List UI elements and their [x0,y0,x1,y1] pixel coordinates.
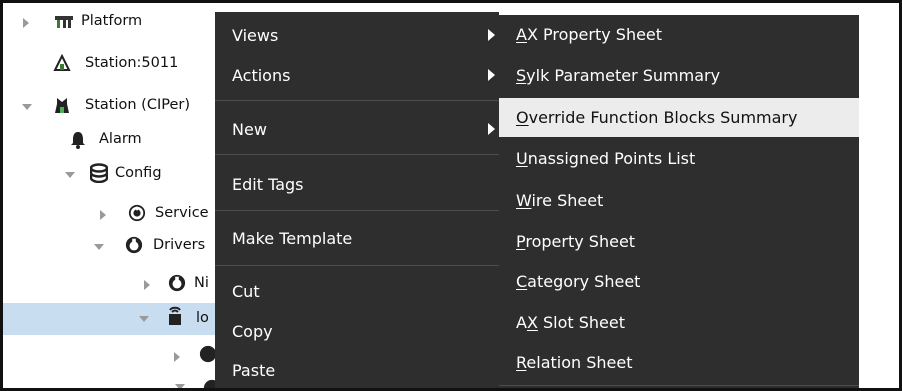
submenu-item-label: Unassigned Points List [516,149,696,168]
menu-item-actions[interactable]: Actions [215,55,499,95]
submenu-item-sylk-parameter-summary[interactable]: Sylk Parameter Summary [499,56,859,95]
drivers-icon [125,236,143,254]
menu-item-cut[interactable]: Cut [215,271,499,311]
submenu-divider [499,385,859,386]
menu-item-label: Paste [232,360,276,380]
menu-divider [215,265,499,266]
menu-divider [215,154,499,155]
screenshot-frame: Platform Station:5011 Station (CIPer) Al… [0,0,902,391]
menu-item-label: New [232,119,267,139]
platform-icon [55,13,73,31]
right-background [859,3,899,388]
menu-item-label: Make Template [232,228,353,248]
menu-item-label: Copy [232,321,273,341]
submenu-arrow-icon [488,69,495,81]
submenu-item-label: Category Sheet [516,272,641,291]
submenu-item-override-function-blocks-summary[interactable]: Override Function Blocks Summary [499,98,859,137]
tree-row-drivers[interactable]: Drivers [3,231,218,263]
tree-row-label: Service [155,205,209,221]
collapse-down-icon[interactable] [22,104,32,110]
tree-row-partial[interactable] [3,341,218,373]
submenu-arrow-icon [488,123,495,135]
menu-item-paste[interactable]: Paste [215,350,499,388]
menu-item-edit-tags[interactable]: Edit Tags [215,164,499,204]
menu-divider [215,100,499,101]
tree-row-label: Station (CIPer) [85,97,190,113]
tree-row-partial-2[interactable] [3,375,221,388]
submenu-item-label: Override Function Blocks Summary [516,108,798,127]
submenu-item-property-sheet[interactable]: Property Sheet [499,222,859,261]
tree-row-label: Alarm [99,131,142,147]
menu-item-label: Actions [232,65,291,85]
tree-row-label: Drivers [153,237,206,253]
tree-row-lo[interactable]: lo [3,303,218,335]
submenu-item-wire-sheet[interactable]: Wire Sheet [499,181,859,220]
tree-row-platform[interactable]: Platform [3,7,218,39]
views-submenu: AX Property Sheet Sylk Parameter Summary… [499,15,859,388]
expand-right-icon[interactable] [23,18,29,28]
collapse-down-icon[interactable] [139,316,149,322]
menu-item-copy[interactable]: Copy [215,311,499,351]
tree-row-label: lo [196,310,209,326]
menu-item-label: Edit Tags [232,174,304,194]
nav-tree: Platform Station:5011 Station (CIPer) Al… [3,3,221,388]
tree-row-config[interactable]: Config [3,159,218,191]
menu-item-make-template[interactable]: Make Template [215,218,499,258]
submenu-item-relation-sheet[interactable]: Relation Sheet [499,343,859,382]
tree-row-label: Station:5011 [85,55,179,71]
context-menu: Views Actions New Edit Tags Make Templat… [215,12,499,388]
submenu-item-ax-property-sheet[interactable]: AX Property Sheet [499,15,859,54]
network-icon [168,274,186,292]
submenu-item-label: Relation Sheet [516,353,633,372]
services-icon [128,204,146,222]
expand-right-icon[interactable] [144,280,150,290]
tree-row-label: Config [115,165,162,181]
submenu-item-label: Property Sheet [516,232,636,251]
tree-row-station-ciper[interactable]: Station (CIPer) [3,91,218,123]
bell-icon [69,131,87,149]
collapse-down-icon[interactable] [175,384,185,388]
expand-right-icon[interactable] [100,210,106,220]
submenu-top-gap [499,3,859,15]
submenu-item-label: AX Slot Sheet [516,313,626,332]
submenu-item-unassigned-points-list[interactable]: Unassigned Points List [499,139,859,178]
menu-divider [215,210,499,211]
collapse-down-icon[interactable] [65,172,75,178]
menu-item-label: Views [232,25,279,45]
expand-right-icon[interactable] [174,352,180,362]
collapse-down-icon[interactable] [94,244,104,250]
station-icon [53,54,71,73]
device-icon [166,306,184,325]
database-icon [90,163,108,183]
submenu-item-ax-slot-sheet[interactable]: AX Slot Sheet [499,303,859,342]
tree-row-services[interactable]: Service [3,199,218,231]
submenu-item-label: Wire Sheet [516,191,604,210]
tree-row-ni[interactable]: Ni [3,269,218,301]
tree-row-label: Ni [194,275,209,291]
submenu-item-category-sheet[interactable]: Category Sheet [499,262,859,301]
tree-row-station-5011[interactable]: Station:5011 [3,49,218,81]
submenu-arrow-icon [488,29,495,41]
station-icon [53,97,71,115]
menu-item-label: Cut [232,281,260,301]
menu-item-new[interactable]: New [215,109,499,149]
submenu-item-label: Sylk Parameter Summary [516,66,721,85]
menu-item-views[interactable]: Views [215,15,499,55]
tree-row-label: Platform [81,13,143,29]
submenu-item-label: AX Property Sheet [516,25,663,44]
tree-row-alarm[interactable]: Alarm [3,125,218,157]
